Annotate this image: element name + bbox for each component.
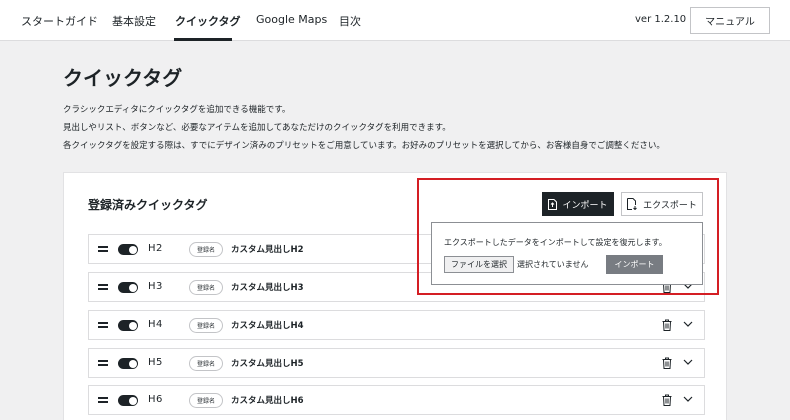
registered-name-badge: 登録名 (189, 318, 223, 333)
tag-type: H6 (148, 394, 163, 405)
drag-handle-icon[interactable] (98, 397, 108, 403)
registered-name-badge: 登録名 (189, 393, 223, 408)
quick-tag-name: カスタム見出しH4 (231, 321, 304, 331)
tag-type: H4 (148, 319, 163, 330)
registered-name-badge: 登録名 (189, 280, 223, 295)
chevron-down-icon[interactable] (683, 358, 693, 366)
file-export-icon (627, 198, 637, 210)
nav-tab-google-maps[interactable]: Google Maps (256, 13, 327, 26)
registered-quick-tags-card: 登録済みクイックタグ インポート エクスポート エクスポートしたデータをインポー… (63, 172, 727, 420)
top-nav: スタートガイド 基本設定 クイックタグ Google Maps 目次 ver 1… (0, 0, 790, 41)
registered-name-badge: 登録名 (189, 242, 223, 257)
file-import-icon (548, 198, 558, 210)
drag-handle-icon[interactable] (98, 246, 108, 252)
page-description-1: クラシックエディタにクイックタグを追加できる機能です。 (63, 105, 291, 115)
card-title: 登録済みクイックタグ (88, 198, 208, 212)
nav-tab-quick-tag[interactable]: クイックタグ (175, 13, 241, 29)
import-button[interactable]: インポート (542, 192, 614, 216)
nav-tab-start-guide[interactable]: スタートガイド (21, 13, 98, 29)
enable-toggle[interactable] (118, 320, 138, 331)
tag-type: H5 (148, 357, 163, 368)
trash-icon[interactable] (662, 394, 672, 406)
nav-tab-basic-settings[interactable]: 基本設定 (112, 13, 156, 29)
quick-tag-name: カスタム見出しH3 (231, 283, 304, 293)
chevron-down-icon[interactable] (683, 320, 693, 328)
page-description-3: 各クイックタグを設定する際は、すでにデザイン済みのプリセットをご用意しています。… (63, 141, 665, 151)
tag-type: H3 (148, 281, 163, 292)
trash-icon[interactable] (662, 319, 672, 331)
quick-tag-name: カスタム見出しH2 (231, 245, 304, 255)
version-label: ver 1.2.10 (635, 14, 687, 25)
quick-tag-name: カスタム見出しH6 (231, 396, 304, 406)
enable-toggle[interactable] (118, 282, 138, 293)
drag-handle-icon[interactable] (98, 360, 108, 366)
page-title: クイックタグ (63, 66, 183, 90)
quick-tag-row[interactable]: H4 登録名 カスタム見出しH4 (88, 310, 705, 340)
export-button-label: エクスポート (643, 200, 697, 211)
quick-tag-row[interactable]: H6 登録名 カスタム見出しH6 (88, 385, 705, 415)
file-status-text: 選択されていません (517, 260, 589, 269)
quick-tag-name: カスタム見出しH5 (231, 359, 304, 369)
choose-file-button[interactable]: ファイルを選択 (444, 256, 514, 273)
export-button[interactable]: エクスポート (621, 192, 703, 216)
tag-type: H2 (148, 243, 163, 254)
import-popover-text: エクスポートしたデータをインポートして設定を復元します。 (444, 238, 667, 247)
import-button-label: インポート (562, 200, 608, 211)
drag-handle-icon[interactable] (98, 284, 108, 290)
chevron-down-icon[interactable] (683, 395, 693, 403)
nav-tab-toc[interactable]: 目次 (339, 13, 361, 29)
popover-import-button[interactable]: インポート (606, 255, 663, 274)
drag-handle-icon[interactable] (98, 322, 108, 328)
page-description-2: 見出しやリスト、ボタンなど、必要なアイテムを追加してあなただけのクイックタグを利… (63, 123, 451, 133)
enable-toggle[interactable] (118, 395, 138, 406)
active-tab-indicator (174, 38, 232, 41)
enable-toggle[interactable] (118, 358, 138, 369)
quick-tag-row[interactable]: H5 登録名 カスタム見出しH5 (88, 348, 705, 378)
import-popover: エクスポートしたデータをインポートして設定を復元します。 ファイルを選択 選択さ… (431, 222, 703, 285)
manual-button[interactable]: マニュアル (690, 7, 770, 34)
registered-name-badge: 登録名 (189, 356, 223, 371)
trash-icon[interactable] (662, 357, 672, 369)
enable-toggle[interactable] (118, 244, 138, 255)
